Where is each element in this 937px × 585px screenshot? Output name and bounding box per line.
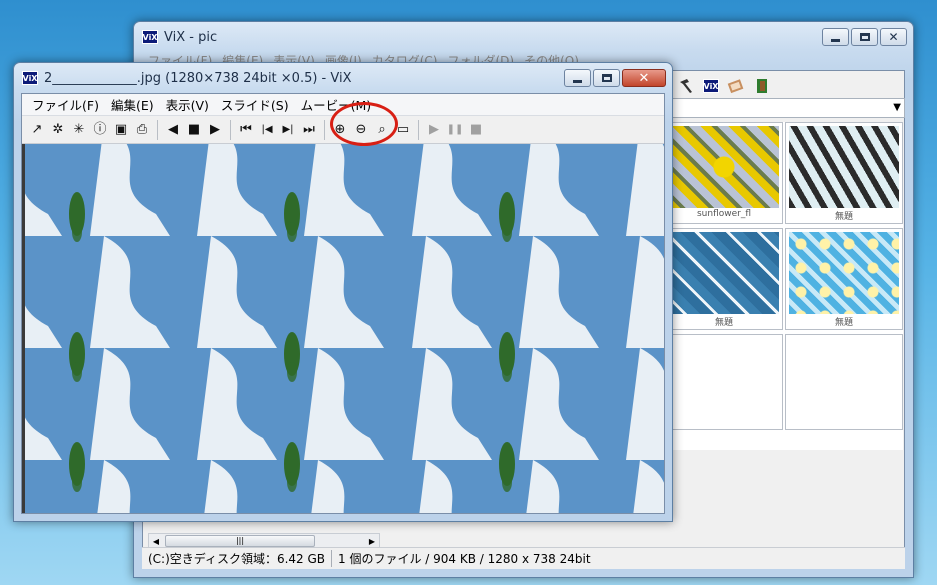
scroll-left-arrow-icon[interactable]: ◀ <box>149 534 163 548</box>
thumbnail-grid: sunflower_fl 無題 無題 無題 <box>665 122 903 450</box>
close-icon: ✕ <box>638 70 650 86</box>
stop-icon[interactable]: ■ <box>185 121 203 139</box>
image-left-edge <box>22 144 25 513</box>
thumbnail-caption: 無題 <box>834 212 853 222</box>
thumbnail-caption: 無題 <box>714 318 733 328</box>
minimize-button[interactable] <box>822 28 849 46</box>
thumbnail-caption: 無題 <box>834 318 853 328</box>
thumbnail-image <box>789 126 899 208</box>
sparkle-icon[interactable]: ✲ <box>49 121 67 139</box>
minimize-icon <box>573 79 582 83</box>
play-icon[interactable]: ▶ <box>425 121 443 139</box>
thumbnail-caption: sunflower_fl <box>696 209 752 219</box>
print-icon[interactable]: ⎙ <box>133 121 151 139</box>
vix-app-icon: ViX <box>22 71 38 85</box>
catalog-path-combo[interactable]: ▼ <box>655 98 905 118</box>
status-file-info: 1 個のファイル / 904 KB / 1280 x 738 24bit <box>338 552 591 566</box>
catalog-window-title: ViX - pic <box>164 29 218 45</box>
thumbnail-item[interactable]: sunflower_fl <box>665 122 783 224</box>
sparkle-cursor-icon[interactable]: ✳ <box>70 121 88 139</box>
minimize-button[interactable] <box>564 69 591 87</box>
status-disk-space: (C:)空きディスク領域：6.42 GB <box>148 550 333 567</box>
step-forward-icon[interactable]: ▶| <box>279 121 297 139</box>
tree-shape <box>502 472 512 492</box>
toolbar-separator <box>157 119 158 140</box>
book-icon[interactable] <box>727 77 745 95</box>
thumbnail-item[interactable]: 無題 <box>785 228 903 330</box>
toolbar-separator <box>324 119 325 140</box>
step-back-icon[interactable]: |◀ <box>258 121 276 139</box>
menu-file[interactable]: ファイル(F) <box>26 95 105 114</box>
movie-stop-icon[interactable]: ■ <box>467 121 485 139</box>
scroll-right-arrow-icon[interactable]: ▶ <box>365 534 379 548</box>
maximize-button[interactable] <box>593 69 620 87</box>
tree-shape <box>502 222 512 242</box>
tree-shape <box>287 222 297 242</box>
maximize-icon <box>601 74 612 82</box>
displayed-image <box>22 144 664 513</box>
thumbnail-item[interactable]: 無題 <box>785 122 903 224</box>
menu-slide[interactable]: スライド(S) <box>215 95 295 114</box>
menu-view[interactable]: 表示(V) <box>160 95 215 114</box>
thumbnail-item[interactable]: 無題 <box>665 228 783 330</box>
catalog-titlebar[interactable]: ViX ViX - pic ✕ <box>134 22 913 52</box>
toolbar-separator <box>418 119 419 140</box>
close-button[interactable]: ✕ <box>880 28 907 46</box>
pause-icon[interactable]: ❚❚ <box>446 121 464 139</box>
viewer-titlebar[interactable]: ViX 2_____________.jpg (1280×738 24bit ×… <box>14 63 672 93</box>
thumbnail-image <box>669 126 779 208</box>
menu-edit[interactable]: 編集(E) <box>105 95 160 114</box>
tree-shape <box>502 362 512 382</box>
image-view[interactable] <box>22 144 664 513</box>
tree-shape <box>72 222 82 242</box>
maximize-button[interactable] <box>851 28 878 46</box>
catalog-toolbar: ViX <box>655 74 905 98</box>
thumbnail-image <box>789 232 899 314</box>
save-icon[interactable]: ▣ <box>112 121 130 139</box>
toolbar-separator <box>230 119 231 140</box>
open-icon[interactable]: ↗ <box>28 121 46 139</box>
thumbnail-empty-slot <box>665 334 783 430</box>
exit-door-icon[interactable] <box>753 77 771 95</box>
first-icon[interactable]: ⏮ <box>237 121 255 139</box>
next-icon[interactable]: ▶ <box>206 121 224 139</box>
last-icon[interactable]: ⏭ <box>300 121 318 139</box>
tree-shape <box>287 362 297 382</box>
thumbnail-empty-slot <box>785 334 903 430</box>
prev-icon[interactable]: ◀ <box>164 121 182 139</box>
tree-shape <box>287 472 297 492</box>
close-button[interactable]: ✕ <box>622 69 666 87</box>
thumbnail-image <box>669 232 779 314</box>
scroll-thumb[interactable]: ||| <box>165 535 315 547</box>
tree-shape <box>72 362 82 382</box>
vix-app-icon: ViX <box>142 30 158 44</box>
info-icon[interactable]: ⓘ <box>91 121 109 139</box>
status-bar: (C:)空きディスク領域：6.42 GB 1 個のファイル / 904 KB /… <box>142 547 905 569</box>
hammer-icon[interactable] <box>677 77 695 95</box>
chevron-down-icon: ▼ <box>893 102 901 113</box>
tree-shape <box>72 472 82 492</box>
maximize-icon <box>859 33 870 41</box>
minimize-icon <box>831 38 840 42</box>
close-icon: ✕ <box>888 30 899 44</box>
zoom-buttons-highlight <box>330 102 398 146</box>
viewer-window-title: 2_____________.jpg (1280×738 24bit ×0.5)… <box>44 70 352 86</box>
viewer-client: ファイル(F) 編集(E) 表示(V) スライド(S) ムービー(M) ↗ ✲ ✳ ⓘ… <box>21 93 665 514</box>
vix-icon[interactable]: ViX <box>703 79 719 93</box>
